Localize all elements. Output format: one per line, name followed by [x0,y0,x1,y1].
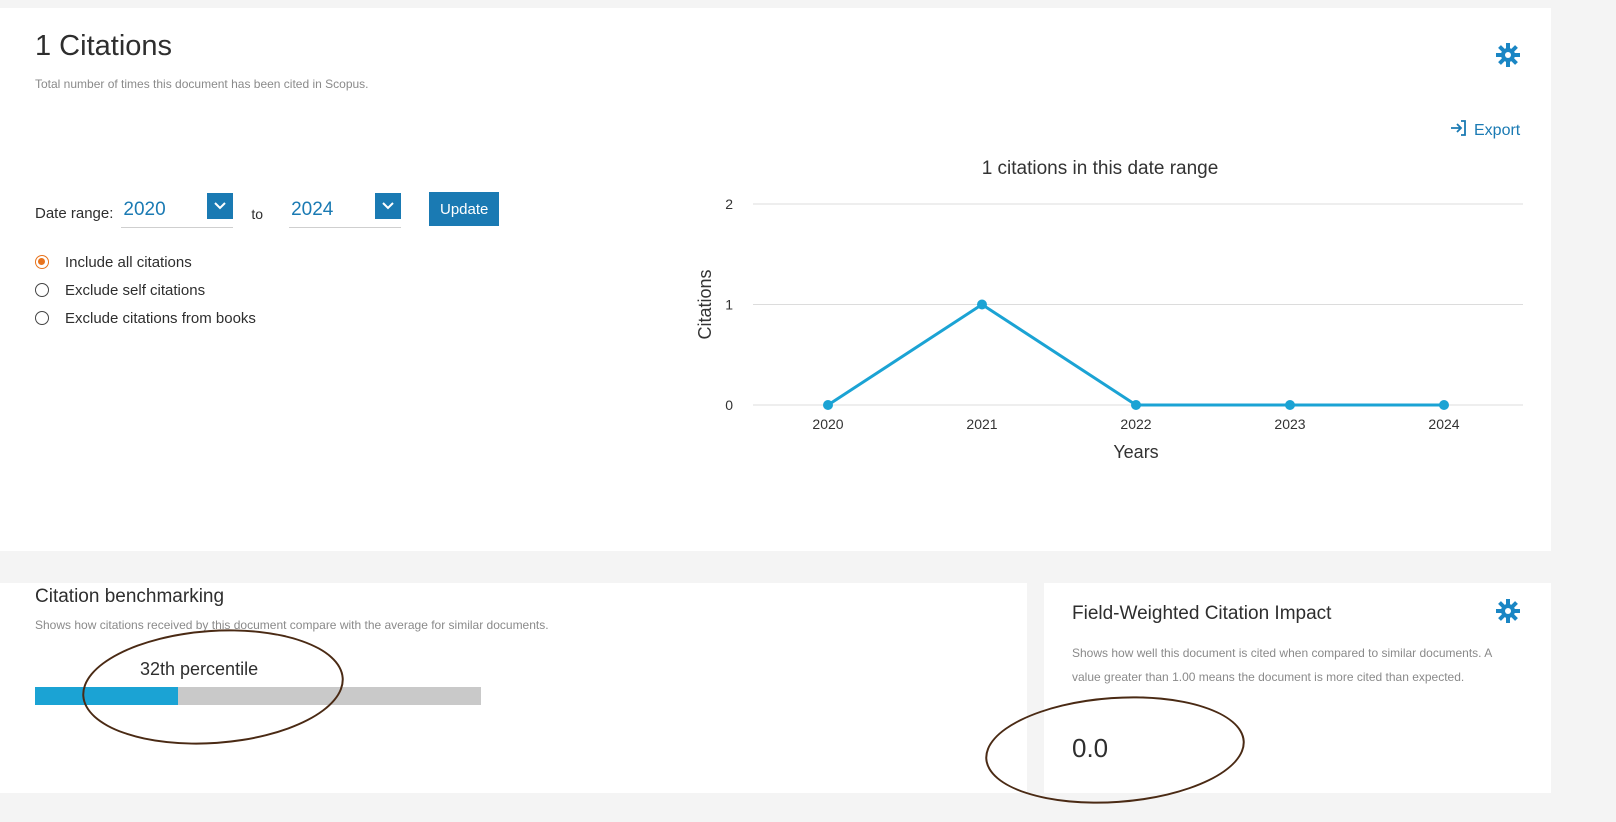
radio-exclude-self[interactable]: Exclude self citations [35,279,205,301]
to-label: to [251,206,264,222]
data-point [1131,400,1141,410]
date-range-label: Date range: [35,205,114,222]
to-year-select[interactable]: 2024 [289,193,402,228]
export-link[interactable]: Export [1448,118,1520,143]
export-arrow-icon [1448,118,1468,143]
benchmark-subtitle: Shows how citations received by this doc… [35,618,549,632]
y-tick-label: 0 [725,397,733,413]
y-tick-label: 1 [725,297,733,313]
fwci-title: Field-Weighted Citation Impact [1072,603,1332,624]
export-label: Export [1474,121,1521,139]
data-point [1439,400,1449,410]
series-line [827,302,1444,407]
radio-include-all[interactable]: Include all citations [35,251,192,273]
to-year-value: 2024 [291,199,334,220]
radio-label: Exclude self citations [65,281,206,299]
x-tick-label: 2024 [1428,416,1459,432]
chevron-down-icon [375,193,402,219]
radio-unselected-icon [35,283,49,297]
update-button[interactable]: Update [429,192,500,226]
citations-line-chart: 0 1 2 2020 2021 2022 2023 2024 Years Citations [695,196,1523,462]
x-tick-label: 2022 [1120,416,1151,432]
benchmark-title: Citation benchmarking [35,586,225,607]
data-point [1285,400,1295,410]
settings-gear-icon[interactable] [1494,41,1522,69]
settings-gear-icon[interactable] [1494,597,1522,625]
from-year-select[interactable]: 2020 [121,193,234,228]
x-tick-label: 2023 [1274,416,1305,432]
citations-subtitle: Total number of times this document has … [35,77,369,91]
from-year-value: 2020 [123,199,166,220]
y-tick-label: 2 [725,196,733,212]
date-range-row: Date range: 2020 to 2024 [35,193,402,228]
y-axis-label: Citations [695,269,715,339]
radio-label: Include all citations [65,253,192,271]
radio-exclude-books[interactable]: Exclude citations from books [35,307,256,329]
x-axis-label: Years [1113,442,1158,462]
x-tick-label: 2021 [966,416,997,432]
radio-selected-icon [35,255,49,269]
x-tick-label: 2020 [812,416,843,432]
fwci-description: Shows how well this document is cited wh… [1072,646,1492,684]
data-point [823,400,833,410]
radio-label: Exclude citations from books [65,309,256,327]
chevron-down-icon [207,193,234,219]
data-point [977,299,987,310]
radio-unselected-icon [35,311,49,325]
chart-title: 1 citations in this date range [981,158,1219,179]
citations-title: 1 Citations [35,30,173,62]
